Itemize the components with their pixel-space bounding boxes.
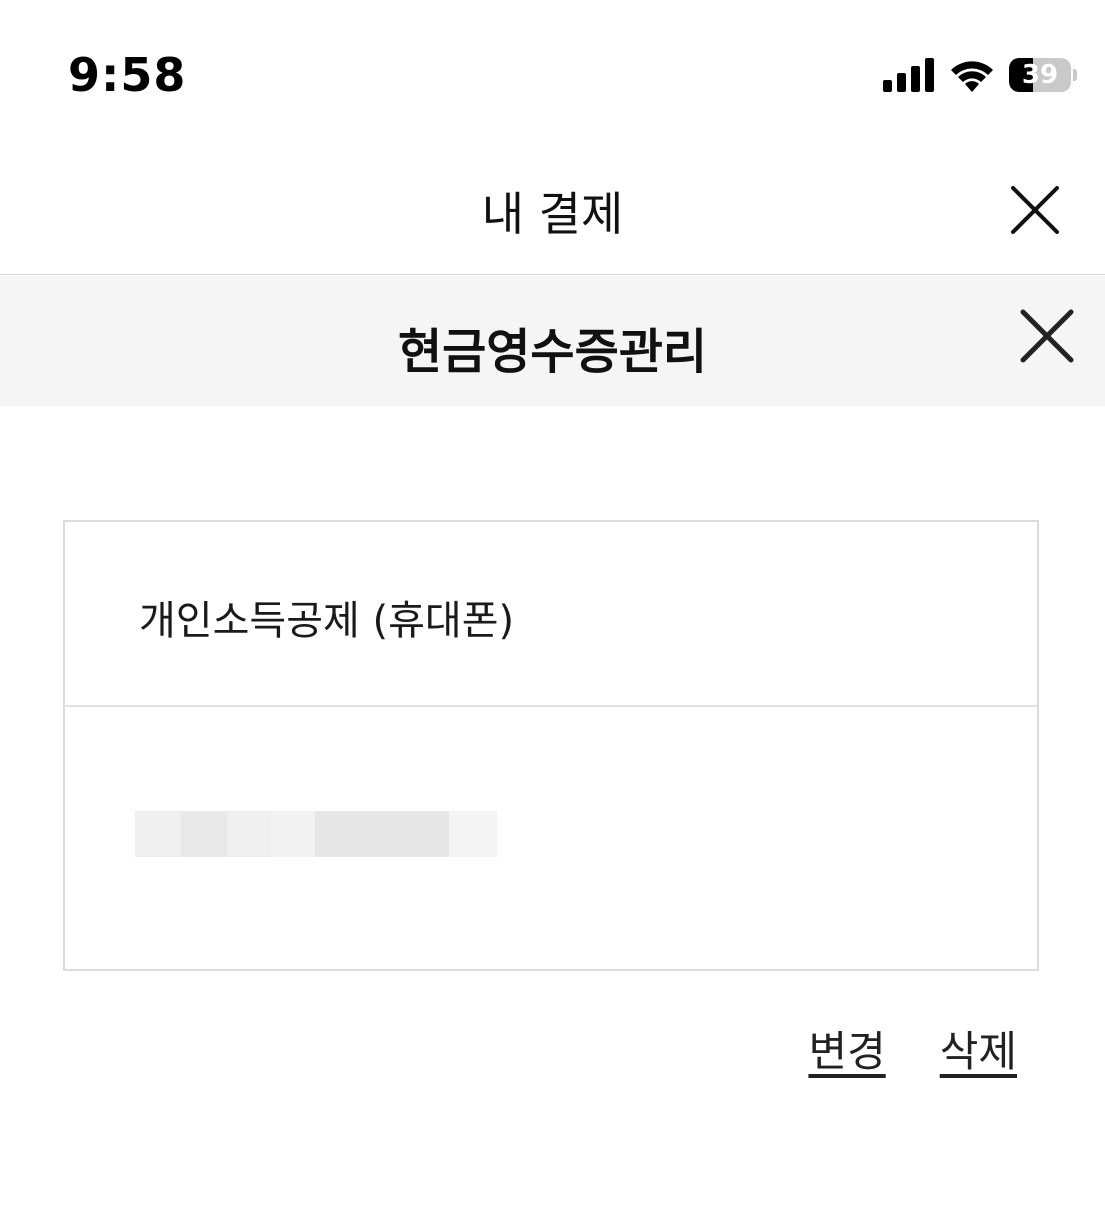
masked-phone-number bbox=[135, 811, 497, 857]
receipt-type-label: 개인소득공제 (휴대폰) bbox=[139, 598, 515, 644]
cash-receipt-card: 개인소득공제 (휴대폰) bbox=[63, 520, 1039, 971]
modal-close-icon[interactable] bbox=[1019, 308, 1075, 364]
cellular-signal-icon bbox=[883, 58, 934, 92]
status-icons: 39 bbox=[883, 56, 1077, 94]
card-actions: 변경 삭제 bbox=[808, 1018, 1017, 1079]
close-icon[interactable] bbox=[1009, 184, 1061, 236]
status-bar: 9:58 39 bbox=[0, 0, 1105, 150]
wifi-icon bbox=[951, 61, 993, 92]
card-body bbox=[65, 707, 1037, 969]
top-header: 내 결제 bbox=[0, 150, 1105, 275]
battery-cap bbox=[1073, 69, 1077, 81]
battery-icon: 39 bbox=[1009, 58, 1071, 92]
change-button[interactable]: 변경 bbox=[808, 1018, 885, 1079]
status-time: 9:58 bbox=[68, 48, 187, 102]
card-header: 개인소득공제 (휴대폰) bbox=[65, 522, 1037, 707]
modal-title: 현금영수증관리 bbox=[397, 324, 708, 380]
modal-header: 현금영수증관리 bbox=[0, 276, 1105, 406]
delete-button[interactable]: 삭제 bbox=[940, 1018, 1017, 1079]
page-title: 내 결제 bbox=[481, 187, 624, 241]
battery-level: 39 bbox=[1021, 60, 1059, 90]
